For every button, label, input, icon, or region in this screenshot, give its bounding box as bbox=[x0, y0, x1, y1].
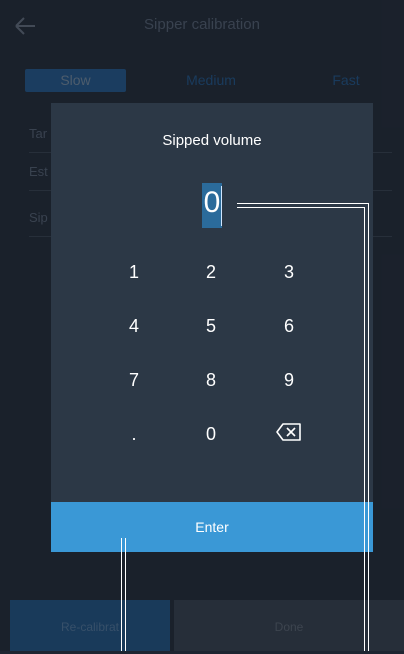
callout-line bbox=[368, 203, 369, 651]
key-7[interactable]: 7 bbox=[104, 362, 164, 398]
key-4[interactable]: 4 bbox=[104, 308, 164, 344]
key-0[interactable]: 0 bbox=[181, 416, 241, 452]
sipped-volume-dialog: Sipped volume 0 1 2 3 4 5 6 7 8 9 . 0 En… bbox=[51, 103, 373, 552]
enter-button[interactable]: Enter bbox=[51, 502, 373, 552]
key-8[interactable]: 8 bbox=[181, 362, 241, 398]
key-2[interactable]: 2 bbox=[181, 254, 241, 290]
callout-line bbox=[364, 207, 365, 651]
key-5[interactable]: 5 bbox=[181, 308, 241, 344]
volume-value[interactable]: 0 bbox=[202, 186, 222, 220]
backspace-icon bbox=[276, 417, 302, 453]
callout-line bbox=[237, 207, 364, 208]
key-1[interactable]: 1 bbox=[104, 254, 164, 290]
callout-line bbox=[125, 538, 126, 651]
key-6[interactable]: 6 bbox=[259, 308, 319, 344]
backspace-button[interactable] bbox=[259, 416, 319, 452]
key-9[interactable]: 9 bbox=[259, 362, 319, 398]
dialog-title: Sipped volume bbox=[162, 132, 262, 149]
key-3[interactable]: 3 bbox=[259, 254, 319, 290]
key-decimal[interactable]: . bbox=[104, 416, 164, 452]
callout-line bbox=[121, 538, 122, 651]
callout-line bbox=[237, 203, 368, 204]
text-cursor bbox=[221, 186, 222, 226]
